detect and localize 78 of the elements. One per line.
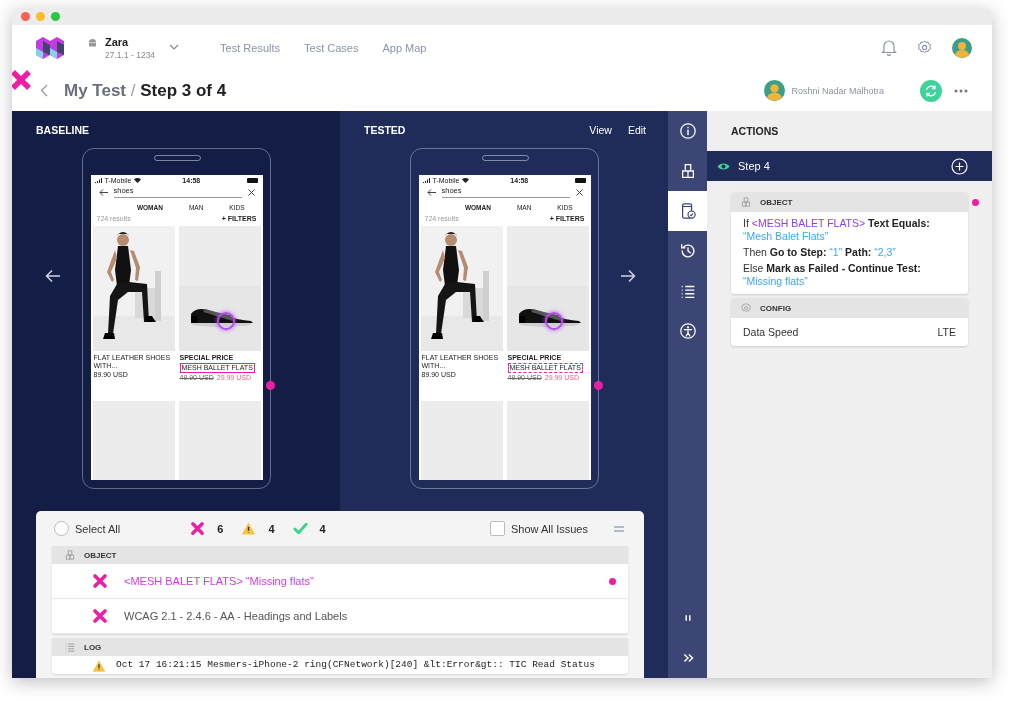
step-bar[interactable]: Step 4 [707,151,992,181]
refresh-icon [924,83,938,98]
next-arrow-icon[interactable] [620,269,636,283]
column-action[interactable]: View [589,124,612,136]
section-title: LOG [84,642,102,652]
warning-icon [92,659,106,673]
card-title: CONFIG [760,303,792,313]
app-name: Zara [105,35,130,48]
column-title: BASELINE [36,124,90,136]
issue-count: 6 [217,522,224,535]
column-title: TESTED [364,124,406,136]
column-action[interactable]: Edit [627,124,646,136]
gear-icon [740,302,752,314]
wifi-icon [134,178,142,183]
page-title: My Test / Step 3 of 4 [64,80,227,101]
indicator-dot [265,381,275,390]
cubes-icon [740,196,752,208]
close-dot[interactable] [21,12,30,21]
app-version: 27.1.1 - 1234 [105,49,156,60]
battery-icon [246,178,259,183]
close-icon[interactable] [575,188,583,196]
settings-icon[interactable] [916,39,933,56]
x-mark-icon [92,608,108,624]
action-rule: Then Go to Step: “1” Path: “2,3” [743,246,897,259]
action-rule: Else Mark as Failed - Continue Test: “Missing flats” [743,262,922,288]
section-title: OBJECT [84,550,117,560]
panel-title: ACTIONS [730,124,780,139]
more-icon[interactable] [954,88,968,93]
zoom-dot[interactable] [51,12,60,21]
eye-icon[interactable] [717,161,730,171]
close-icon[interactable] [247,188,255,196]
cubes-icon [64,549,76,561]
issue-count: 4 [268,522,275,535]
battery-icon [574,178,587,183]
issue-row[interactable]: Oct 17 16:21:15 Mesmers-iPhone-2 ring(CFNetwork)[240] &lt:Error&gt:: TIC Read Status [52,656,628,674]
wifi-icon [462,178,470,183]
action-rule: If <MESH BALET FLATS> Text Equals: “Mesh Balet Flats” [743,217,931,243]
bell-icon[interactable] [881,39,897,56]
x-mark-icon [12,69,32,91]
back-chevron-icon[interactable] [40,84,48,97]
logo-icon [36,36,64,59]
android-icon [88,37,97,48]
setting-label: Data Speed [743,326,799,338]
drag-handle-icon[interactable] [614,525,624,532]
previous-arrow-icon[interactable] [45,269,61,283]
add-icon[interactable] [951,157,968,175]
focus-ring [216,312,235,330]
check-icon [292,521,308,536]
checkbox-label[interactable]: Show All Issues [510,522,588,535]
signal-icon [94,178,102,183]
chevron-down-icon[interactable] [169,43,180,50]
issue-count: 4 [319,522,326,535]
issue-row[interactable]: <MESH BALET FLATS> “Missing flats” [52,564,628,599]
indicator-dot [972,199,979,206]
user-name: Roshni Nadar Malhotra [791,85,884,96]
back-arrow-icon[interactable] [98,188,108,196]
setting-value: LTE [937,326,956,338]
indicator-dot [593,381,603,390]
card-title: OBJECT [760,197,793,207]
avatar-icon [764,80,786,101]
x-mark-icon [92,573,108,589]
issue-text: WCAG 2.1 - 2.4.6 - AA - Headings and Labels [124,610,349,622]
issue-text: <MESH BALET FLATS> “Missing flats” [124,575,315,587]
warning-icon [241,521,257,536]
back-arrow-icon[interactable] [426,188,436,196]
x-mark-icon [190,521,206,536]
focus-ring [544,312,563,330]
issue-row[interactable]: WCAG 2.1 - 2.4.6 - AA - Headings and Labels [52,599,628,634]
avatar-icon[interactable] [952,37,972,58]
phone-check-icon[interactable] [668,191,707,231]
log-line: Oct 17 16:21:15 Mesmers-iPhone-2 ring(CFNetwork)[240] &lt:Error&gt:: TIC Read Status [116,659,596,670]
step-label: Step 4 [738,160,770,172]
indicator-dot [609,577,616,585]
select-all-radio[interactable] [54,521,69,536]
signal-icon [422,178,430,183]
select-all-label[interactable]: Select All [75,522,121,535]
minimize-dot[interactable] [36,12,45,21]
checkbox[interactable] [489,521,505,536]
